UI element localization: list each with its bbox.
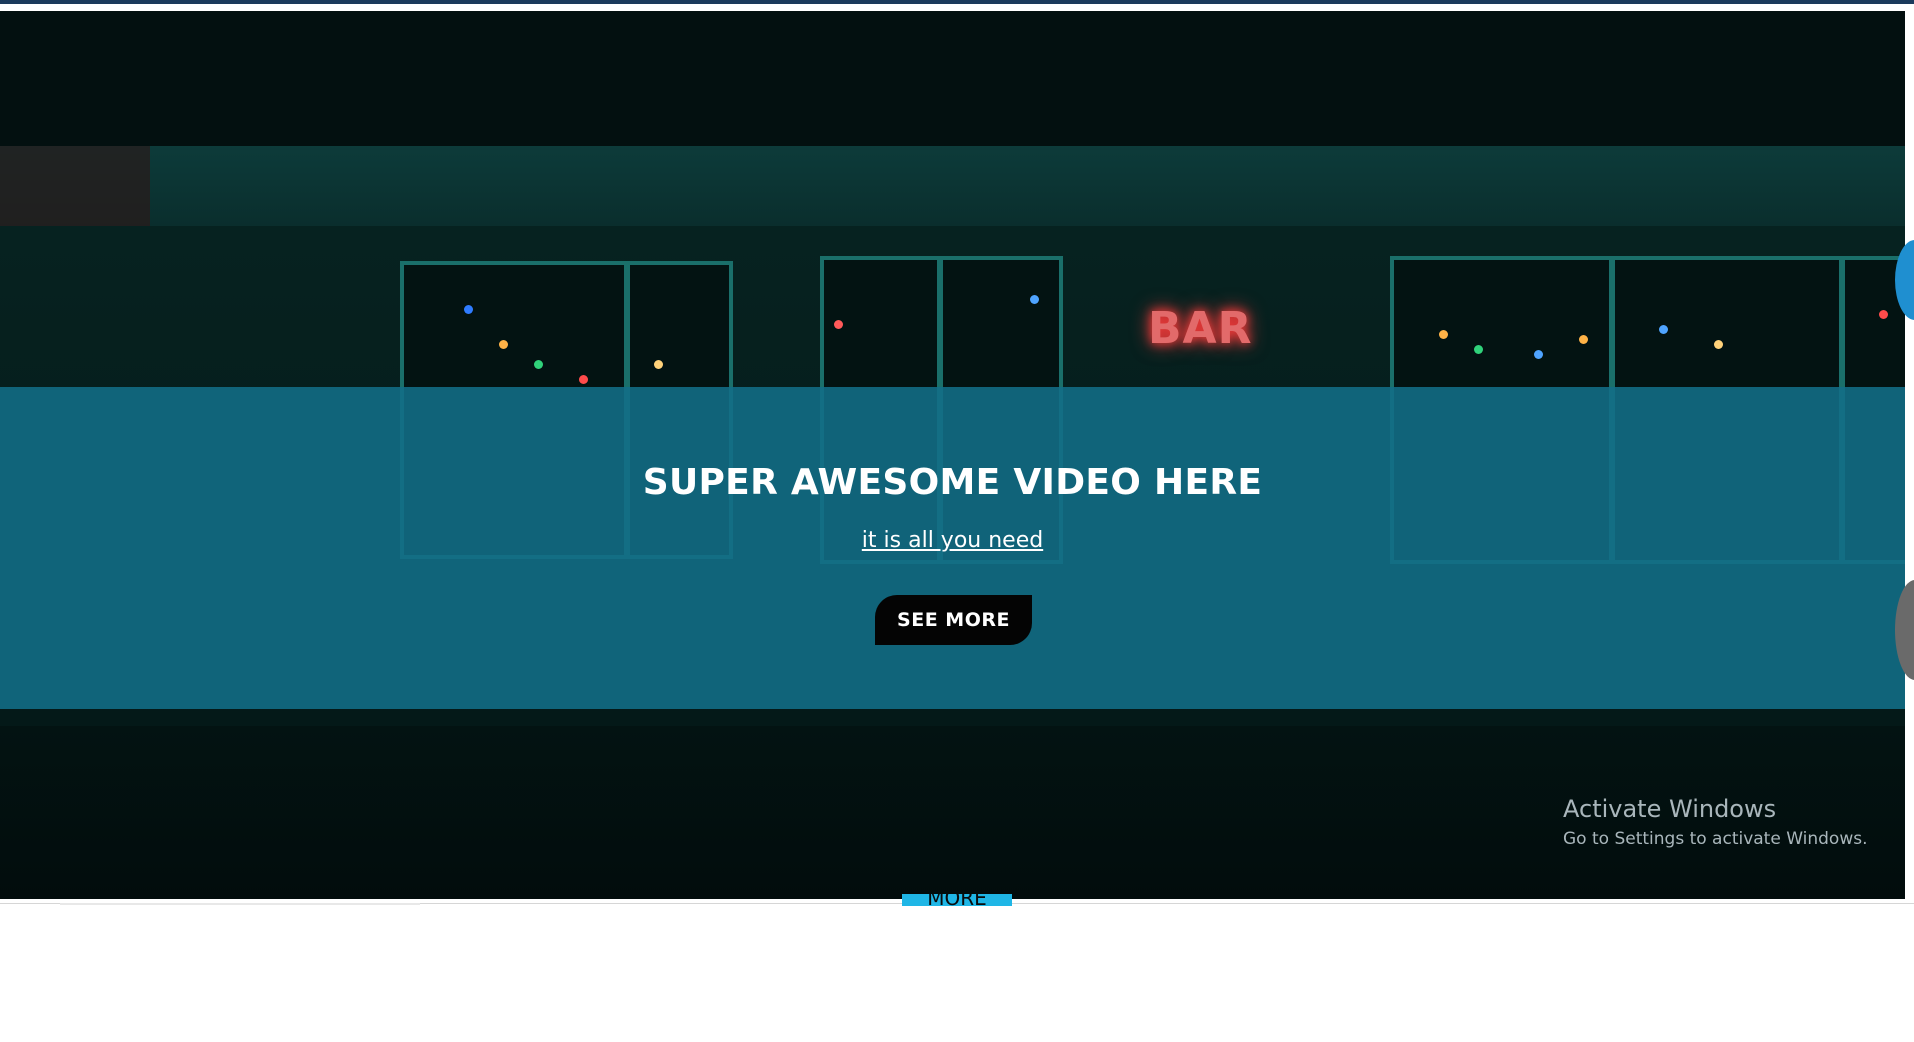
hero-title: SUPER AWESOME VIDEO HERE: [642, 462, 1263, 503]
light-dot: [499, 340, 508, 349]
more-tab[interactable]: MORE: [902, 894, 1012, 906]
neon-bar-sign: BAR: [1148, 303, 1253, 354]
light-dot: [1714, 340, 1723, 349]
light-dot: [834, 320, 843, 329]
section-divider-strip: [60, 903, 420, 905]
video-scene-left-wall: [0, 146, 150, 226]
light-dot: [534, 360, 543, 369]
top-gap: [0, 4, 1914, 11]
light-dot: [1439, 330, 1448, 339]
page: BAR SUPER AWESOME VIDEO HERE it is all y…: [0, 0, 1914, 1042]
light-dot: [1474, 345, 1483, 354]
hero-subtitle-link[interactable]: it is all you need: [0, 528, 1905, 553]
light-dot: [1579, 335, 1588, 344]
video-scene-awning: [0, 146, 1905, 226]
light-dot: [579, 375, 588, 384]
see-more-button[interactable]: SEE MORE: [875, 595, 1032, 645]
light-dot: [654, 360, 663, 369]
light-dot: [464, 305, 473, 314]
light-dot: [1030, 295, 1039, 304]
watermark-title: Activate Windows: [1563, 795, 1777, 823]
light-dot: [1534, 350, 1543, 359]
watermark-subtitle: Go to Settings to activate Windows.: [1563, 829, 1868, 849]
light-dot: [1659, 325, 1668, 334]
light-dot: [1879, 310, 1888, 319]
windows-activation-watermark: Activate Windows Go to Settings to activ…: [1563, 795, 1868, 849]
